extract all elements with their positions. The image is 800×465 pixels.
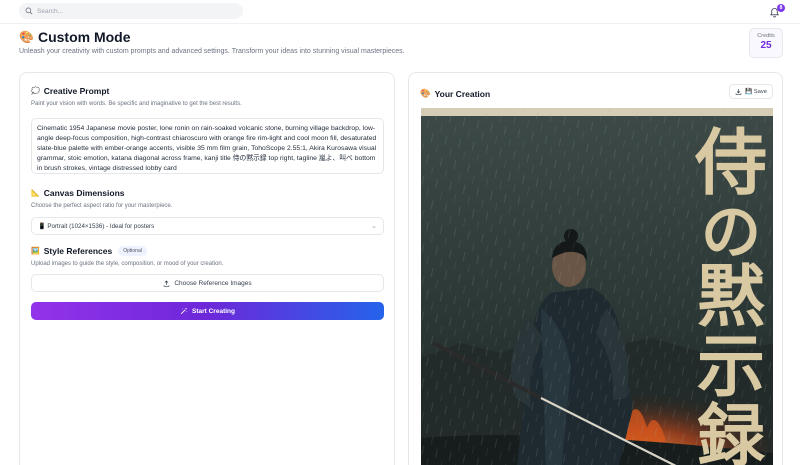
upload-icon	[164, 280, 170, 287]
credits-value: 25	[760, 40, 772, 51]
upload-label: Choose Reference Images	[174, 279, 252, 287]
poster-title-char: 侍	[694, 120, 767, 205]
search-bar[interactable]	[19, 3, 243, 19]
ruler-icon: 📐	[31, 190, 40, 197]
poster-artwork: 侍 の 黙 示 録	[421, 108, 773, 465]
canvas-description: Choose the perfect aspect ratio for your…	[31, 203, 173, 209]
generated-poster-image[interactable]: 侍 の 黙 示 録	[421, 108, 773, 465]
magic-wand-icon	[180, 307, 188, 315]
style-description: Upload images to guide the style, compos…	[31, 261, 224, 267]
choose-reference-images-button[interactable]: Choose Reference Images	[31, 274, 384, 292]
credits-badge: Credits 25	[749, 28, 783, 58]
creation-title: 🎨 Your Creation	[420, 88, 490, 99]
search-input[interactable]	[37, 7, 237, 15]
palette-icon: 🎨	[19, 30, 34, 44]
page-title-text: Custom Mode	[37, 29, 131, 45]
canvas-title-text: Canvas Dimensions	[43, 188, 125, 198]
start-creating-label: Start Creating	[192, 307, 235, 315]
thought-bubble-icon: 💭	[31, 88, 40, 95]
poster-title-char: 録	[697, 397, 766, 465]
prompt-section-title: 💭 Creative Prompt	[31, 86, 109, 96]
page-subtitle: Unleash your creativity with custom prom…	[19, 48, 405, 55]
poster-title-char: 黙	[697, 257, 765, 337]
save-button[interactable]: 💾 Save	[729, 84, 773, 99]
notifications-button[interactable]: 8	[768, 4, 785, 18]
prompt-title-text: Creative Prompt	[43, 86, 110, 96]
image-icon: 🖼️	[31, 248, 40, 255]
canvas-section-title: 📐 Canvas Dimensions	[31, 188, 125, 198]
optional-badge: Optional	[118, 246, 147, 256]
settings-panel: 💭 Creative Prompt Paint your vision with…	[19, 72, 395, 465]
top-bar: 8	[0, 0, 800, 24]
poster-title-char: 示	[697, 327, 765, 407]
style-title-text: Style References	[43, 246, 113, 256]
chevron-down-icon: ⌄	[371, 223, 377, 230]
search-icon	[25, 7, 33, 15]
start-creating-button[interactable]: Start Creating	[31, 302, 384, 320]
download-icon	[735, 89, 742, 95]
creation-panel: 🎨 Your Creation 💾 Save 侍 の 黙 示 録	[408, 72, 783, 465]
prompt-description: Paint your vision with words. Be specifi…	[31, 101, 242, 107]
credits-label: Credits	[757, 33, 775, 39]
creation-title-text: Your Creation	[434, 88, 491, 99]
palette-icon: 🎨	[420, 88, 431, 98]
prompt-textarea[interactable]: Cinematic 1954 Japanese movie poster, lo…	[31, 118, 384, 174]
page-title: 🎨 Custom Mode	[19, 29, 131, 45]
notification-badge: 8	[777, 4, 785, 12]
style-section-title: 🖼️ Style References Optional	[31, 246, 147, 256]
save-label: 💾 Save	[744, 88, 768, 95]
aspect-ratio-select[interactable]: 📱 Portrait (1024×1536) - Ideal for poste…	[31, 217, 384, 235]
aspect-ratio-value: 📱 Portrait (1024×1536) - Ideal for poste…	[38, 223, 155, 230]
